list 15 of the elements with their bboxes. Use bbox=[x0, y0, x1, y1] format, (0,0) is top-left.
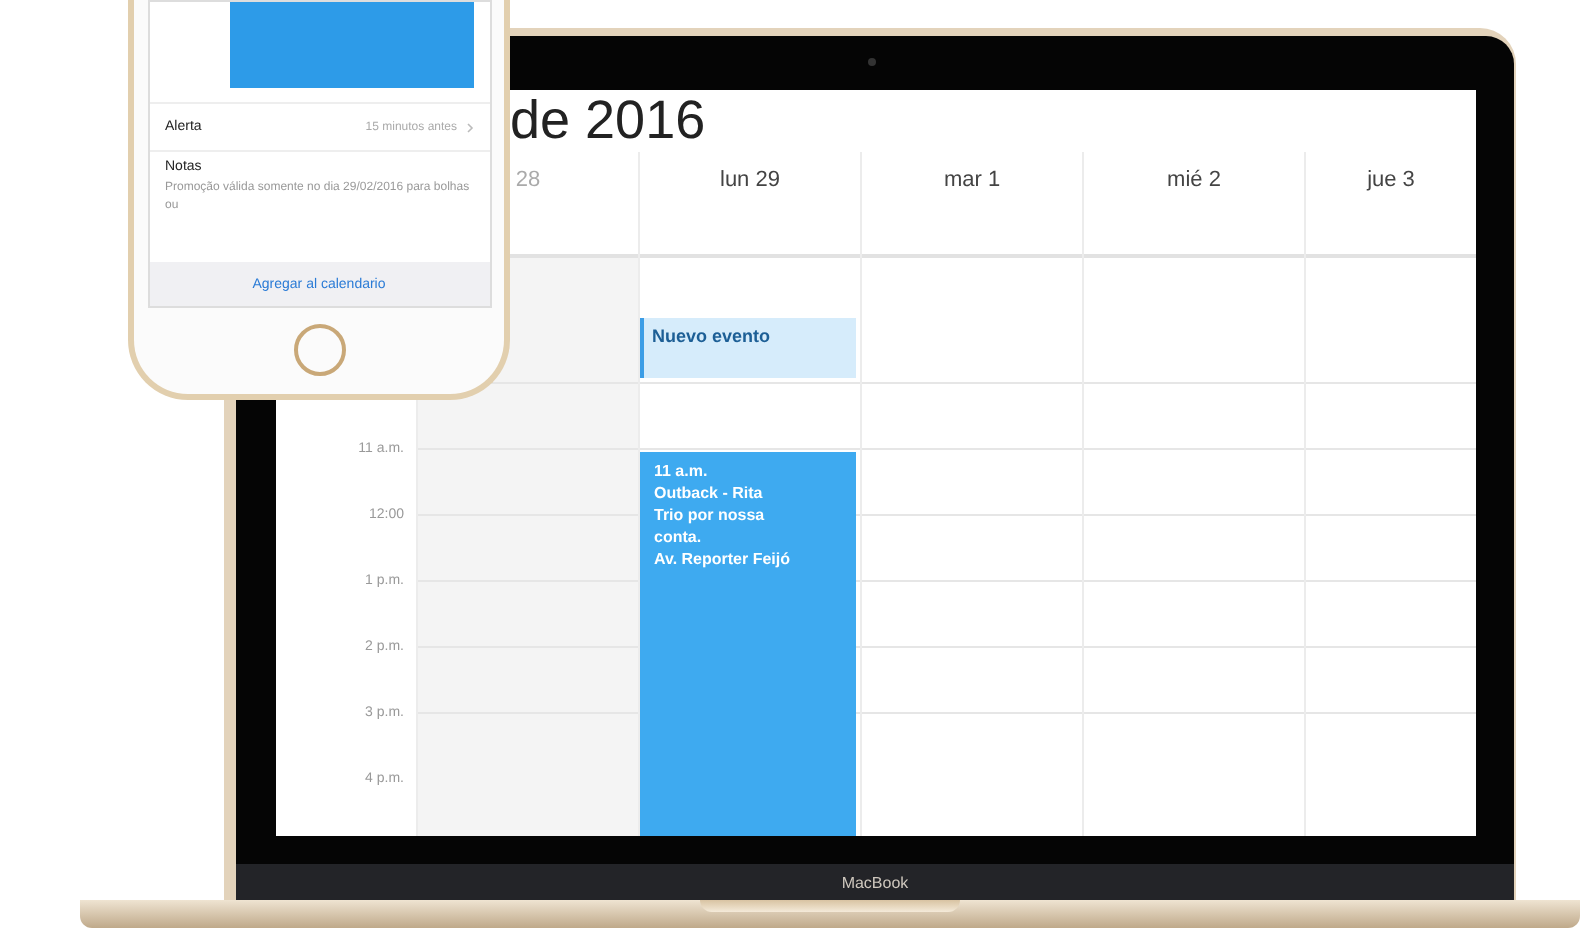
calendar-title: de 2016 bbox=[510, 90, 706, 152]
day-header[interactable]: mié 2 bbox=[1167, 168, 1221, 254]
event-text: Outback - Rita bbox=[654, 482, 765, 504]
event-text: 11 a.m. bbox=[654, 460, 710, 482]
brand-label: MacBook bbox=[841, 873, 909, 891]
event-text: Av. Reporter Feijó bbox=[654, 548, 793, 570]
chevron-icon bbox=[465, 121, 473, 133]
day-header[interactable]: lun 29 bbox=[720, 168, 780, 254]
event-text: conta. bbox=[654, 526, 704, 548]
home-button[interactable] bbox=[293, 324, 345, 376]
event-text: Trio por nossa bbox=[654, 504, 767, 526]
calendar-event[interactable]: Nuevo evento bbox=[640, 318, 856, 378]
camera-icon bbox=[868, 58, 876, 66]
day-header[interactable]: jue 3 bbox=[1367, 168, 1415, 254]
day-header[interactable]: mar 1 bbox=[943, 168, 1001, 254]
